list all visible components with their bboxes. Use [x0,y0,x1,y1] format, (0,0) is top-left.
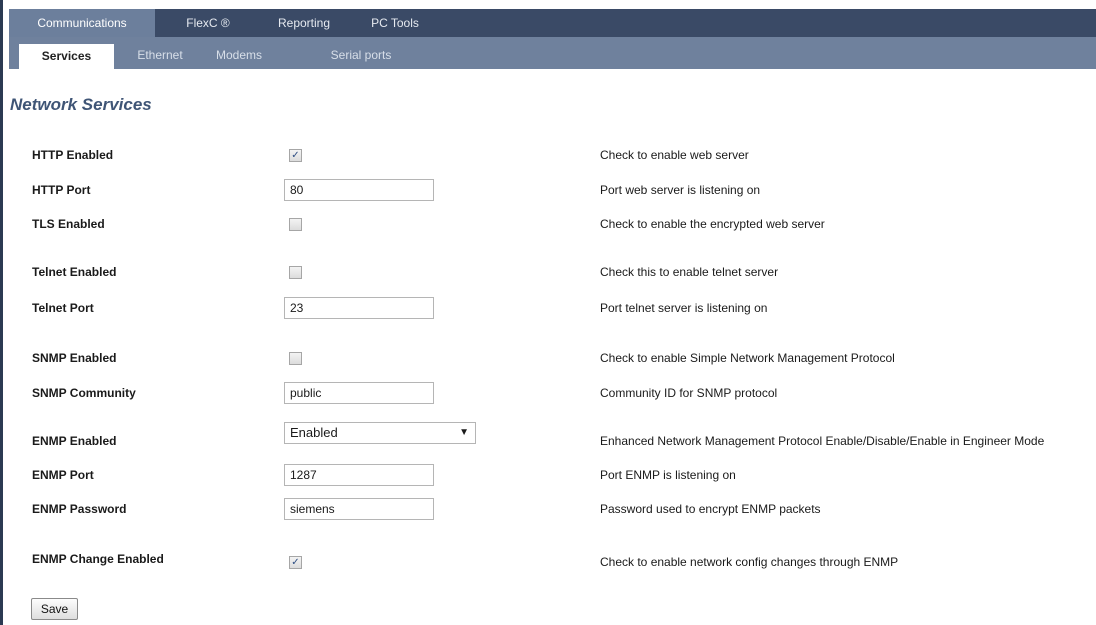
snmp-enabled-description: Check to enable Simple Network Managemen… [600,351,895,365]
tab-communications[interactable]: Communications [9,9,155,37]
setting-row-snmp-community: SNMP Community Community ID for SNMP pro… [0,380,1096,406]
setting-row-enmp-change-enabled: ENMP Change Enabled ✓ Check to enable ne… [0,546,1096,572]
tls-enabled-label: TLS Enabled [32,217,105,231]
subtab-serial-ports[interactable]: Serial ports [309,42,413,69]
enmp-enabled-selected-value: Enabled [290,425,338,440]
enmp-port-label: ENMP Port [32,468,94,482]
enmp-password-description: Password used to encrypt ENMP packets [600,502,821,516]
setting-row-enmp-enabled: ENMP Enabled Enabled ▼ Enhanced Network … [0,422,1096,454]
telnet-enabled-description: Check this to enable telnet server [600,265,779,279]
enmp-enabled-label: ENMP Enabled [32,434,117,448]
setting-row-http-enabled: HTTP Enabled ✓ Check to enable web serve… [0,142,1096,168]
setting-row-snmp-enabled: SNMP Enabled Check to enable Simple Netw… [0,345,1096,371]
tab-flexc[interactable]: FlexC ® [169,9,247,37]
http-port-label: HTTP Port [32,183,91,197]
subtab-services[interactable]: Services [19,44,114,69]
setting-row-http-port: HTTP Port Port web server is listening o… [0,177,1096,203]
tls-enabled-checkbox[interactable] [289,218,302,231]
http-enabled-label: HTTP Enabled [32,148,114,162]
enmp-port-input[interactable] [284,464,434,486]
top-navigation: Communications FlexC ® Reporting PC Tool… [9,9,1096,37]
http-enabled-description: Check to enable web server [600,148,749,162]
dropdown-arrow-icon: ▼ [459,427,469,438]
tab-reporting[interactable]: Reporting [261,9,347,37]
enmp-change-enabled-label: ENMP Change Enabled [32,552,164,566]
snmp-community-description: Community ID for SNMP protocol [600,386,778,400]
snmp-community-label: SNMP Community [32,386,136,400]
setting-row-telnet-port: Telnet Port Port telnet server is listen… [0,295,1096,321]
http-port-description: Port web server is listening on [600,183,761,197]
enmp-password-input[interactable] [284,498,434,520]
setting-row-telnet-enabled: Telnet Enabled Check this to enable teln… [0,259,1096,285]
enmp-password-label: ENMP Password [32,502,127,516]
setting-row-enmp-password: ENMP Password Password used to encrypt E… [0,496,1096,522]
snmp-community-input[interactable] [284,382,434,404]
snmp-enabled-label: SNMP Enabled [32,351,117,365]
tab-pc-tools[interactable]: PC Tools [357,9,433,37]
enmp-enabled-select[interactable]: Enabled ▼ [284,422,476,444]
enmp-change-enabled-checkbox[interactable]: ✓ [289,556,302,569]
telnet-port-input[interactable] [284,297,434,319]
tls-enabled-description: Check to enable the encrypted web server [600,217,825,231]
setting-row-enmp-port: ENMP Port Port ENMP is listening on [0,462,1096,488]
setting-row-tls-enabled: TLS Enabled Check to enable the encrypte… [0,211,1096,237]
telnet-enabled-checkbox[interactable] [289,266,302,279]
enmp-port-description: Port ENMP is listening on [600,468,736,482]
subtab-modems[interactable]: Modems [206,42,272,69]
sub-navigation: Services Ethernet Modems Serial ports [9,37,1096,69]
telnet-port-label: Telnet Port [32,301,94,315]
telnet-port-description: Port telnet server is listening on [600,301,768,315]
telnet-enabled-label: Telnet Enabled [32,265,117,279]
page-title: Network Services [10,95,152,114]
http-enabled-checkbox[interactable]: ✓ [289,149,302,162]
http-port-input[interactable] [284,179,434,201]
snmp-enabled-checkbox[interactable] [289,352,302,365]
enmp-change-enabled-description: Check to enable network config changes t… [600,555,899,569]
enmp-enabled-description: Enhanced Network Management Protocol Ena… [600,434,1045,448]
subtab-ethernet[interactable]: Ethernet [127,42,193,69]
save-button[interactable]: Save [31,598,78,620]
